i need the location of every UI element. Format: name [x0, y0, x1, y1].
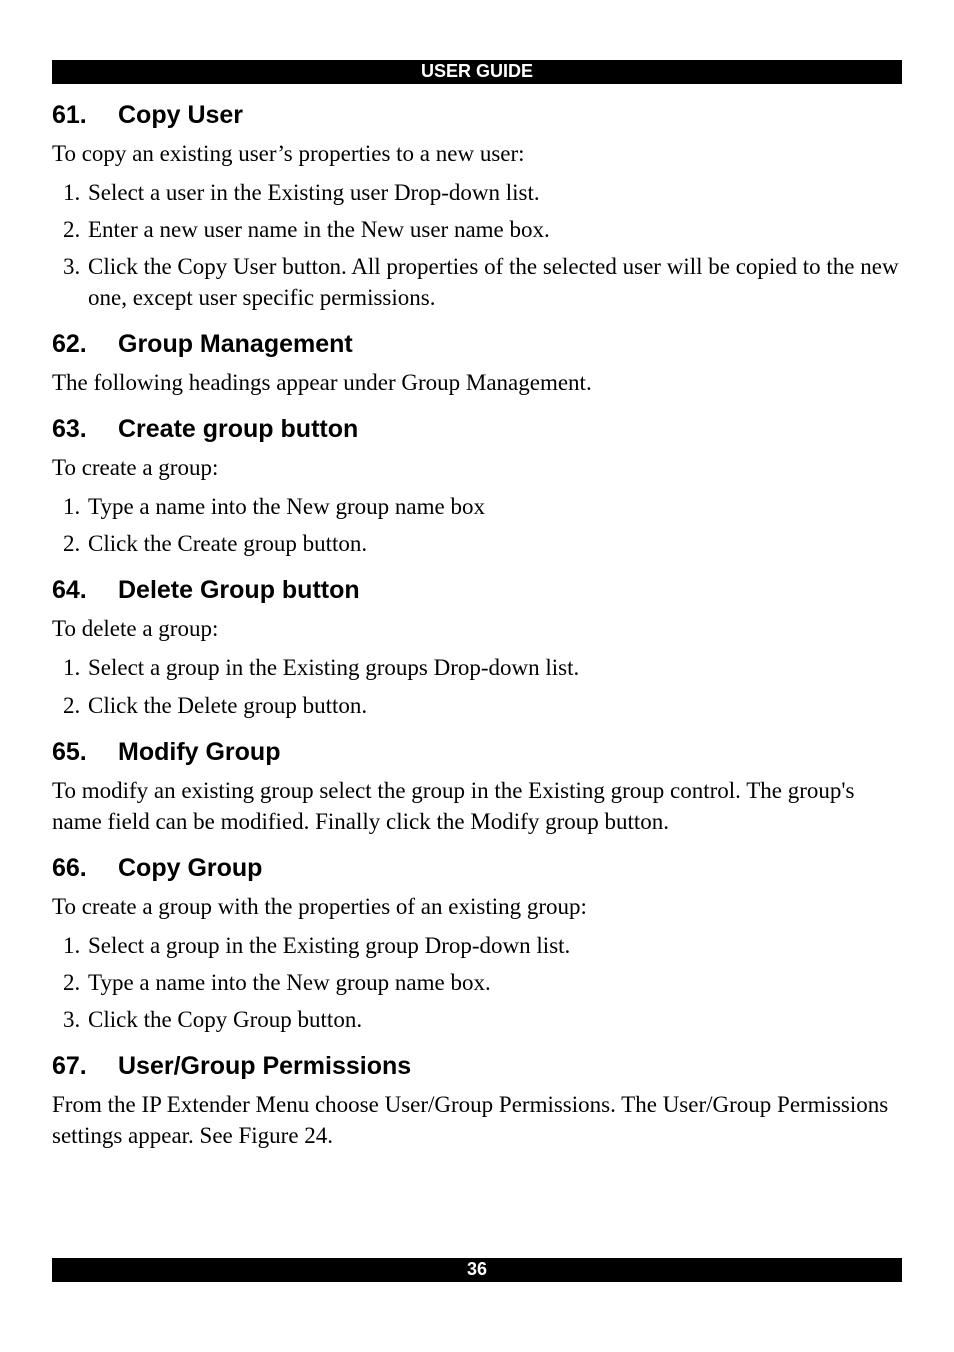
step-list: Select a group in the Existing groups Dr…	[52, 652, 902, 720]
page-header-title: USER GUIDE	[421, 61, 533, 81]
section-number: 62.	[52, 329, 118, 359]
section-intro: From the IP Extender Menu choose User/Gr…	[52, 1089, 902, 1151]
section-number: 65.	[52, 737, 118, 767]
step-item: Type a name into the New group name box	[86, 491, 902, 522]
section-heading-65: 65. Modify Group	[52, 737, 902, 767]
section-number: 61.	[52, 100, 118, 130]
step-item: Select a group in the Existing groups Dr…	[86, 652, 902, 683]
page-header: USER GUIDE	[52, 60, 902, 84]
section-number: 64.	[52, 575, 118, 605]
section-number: 63.	[52, 414, 118, 444]
step-list: Select a user in the Existing user Drop-…	[52, 177, 902, 313]
section-intro: To modify an existing group select the g…	[52, 775, 902, 837]
page-number: 36	[467, 1259, 487, 1279]
section-heading-66: 66. Copy Group	[52, 853, 902, 883]
page-footer: 36	[52, 1258, 902, 1282]
section-intro: To create a group:	[52, 452, 902, 483]
step-item: Type a name into the New group name box.	[86, 967, 902, 998]
section-title: Create group button	[118, 414, 358, 444]
step-item: Click the Copy User button. All properti…	[86, 251, 902, 313]
step-item: Select a user in the Existing user Drop-…	[86, 177, 902, 208]
section-intro: The following headings appear under Grou…	[52, 367, 902, 398]
step-item: Click the Copy Group button.	[86, 1004, 902, 1035]
step-item: Enter a new user name in the New user na…	[86, 214, 902, 245]
section-heading-62: 62. Group Management	[52, 329, 902, 359]
step-item: Click the Delete group button.	[86, 690, 902, 721]
section-intro: To delete a group:	[52, 613, 902, 644]
section-number: 66.	[52, 853, 118, 883]
section-number: 67.	[52, 1051, 118, 1081]
step-list: Type a name into the New group name box …	[52, 491, 902, 559]
section-heading-64: 64. Delete Group button	[52, 575, 902, 605]
section-title: Delete Group button	[118, 575, 360, 605]
section-title: User/Group Permissions	[118, 1051, 411, 1081]
section-title: Group Management	[118, 329, 353, 359]
section-heading-63: 63. Create group button	[52, 414, 902, 444]
section-intro: To copy an existing user’s properties to…	[52, 138, 902, 169]
step-item: Select a group in the Existing group Dro…	[86, 930, 902, 961]
section-title: Copy User	[118, 100, 243, 130]
step-item: Click the Create group button.	[86, 528, 902, 559]
section-heading-61: 61. Copy User	[52, 100, 902, 130]
section-intro: To create a group with the properties of…	[52, 891, 902, 922]
section-title: Modify Group	[118, 737, 280, 767]
section-heading-67: 67. User/Group Permissions	[52, 1051, 902, 1081]
step-list: Select a group in the Existing group Dro…	[52, 930, 902, 1035]
document-page: USER GUIDE 61. Copy User To copy an exis…	[0, 0, 954, 1352]
section-title: Copy Group	[118, 853, 262, 883]
